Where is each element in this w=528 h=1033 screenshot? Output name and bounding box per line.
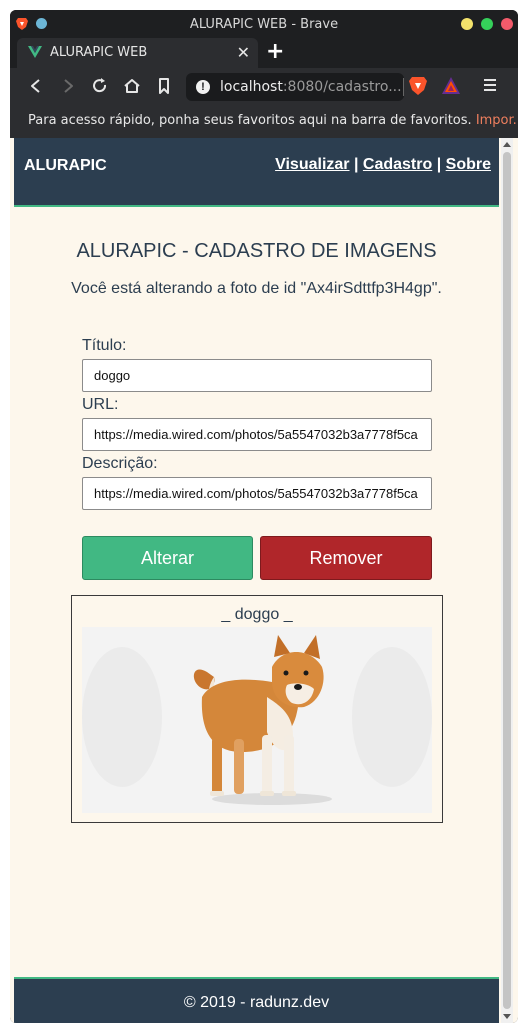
browser-window: ALURAPIC WEB - Brave ALURAPIC WEB ✕ + ! … bbox=[10, 10, 518, 1023]
browser-toolbar: ! localhost:8080/cadastro... bbox=[10, 68, 518, 104]
page-subtitle: Você está alterando a foto de id "Ax4irS… bbox=[71, 280, 442, 297]
url-input[interactable]: https://media.wired.com/photos/5a5547032… bbox=[82, 418, 432, 451]
nav-separator: | bbox=[353, 156, 359, 173]
tab-strip: ALURAPIC WEB ✕ + bbox=[10, 38, 518, 68]
bookmarks-bar: Para acesso rápido, ponha seus favoritos… bbox=[10, 104, 518, 138]
bookmark-icon[interactable] bbox=[154, 76, 174, 96]
nav-separator: | bbox=[436, 156, 442, 173]
brave-shields-icon[interactable] bbox=[409, 76, 427, 96]
title-bar: ALURAPIC WEB - Brave bbox=[10, 10, 518, 38]
scroll-down-arrow-icon[interactable] bbox=[503, 1014, 511, 1019]
minimize-button[interactable] bbox=[461, 18, 473, 30]
titulo-input[interactable]: doggo bbox=[82, 359, 432, 392]
maximize-button[interactable] bbox=[481, 18, 493, 30]
url-label: URL: bbox=[82, 396, 119, 413]
brave-rewards-icon[interactable] bbox=[442, 77, 460, 94]
window-title: ALURAPIC WEB - Brave bbox=[189, 17, 339, 32]
new-tab-button[interactable]: + bbox=[266, 39, 284, 64]
close-window-button[interactable] bbox=[501, 18, 513, 30]
titulo-label: Título: bbox=[82, 337, 127, 354]
home-icon[interactable] bbox=[122, 76, 142, 96]
tab-close-icon[interactable]: ✕ bbox=[237, 43, 250, 63]
tab-title: ALURAPIC WEB bbox=[50, 45, 148, 60]
app-footer: © 2019 - radunz.dev bbox=[14, 977, 499, 1023]
reload-icon[interactable] bbox=[90, 76, 110, 96]
forward-icon[interactable] bbox=[58, 76, 78, 96]
alterar-button[interactable]: Alterar bbox=[82, 536, 253, 580]
address-bar[interactable]: ! localhost:8080/cadastro... bbox=[186, 73, 404, 101]
site-info-icon[interactable]: ! bbox=[196, 80, 210, 94]
import-bookmarks-link[interactable]: Impor... bbox=[476, 113, 518, 128]
main-nav: Visualizar | Cadastro | Sobre bbox=[275, 156, 491, 174]
descricao-label: Descrição: bbox=[82, 455, 158, 472]
nav-visualizar-link[interactable]: Visualizar bbox=[275, 156, 349, 173]
url-text[interactable]: localhost:8080/cadastro... bbox=[220, 79, 402, 95]
app-header: ALURAPIC Visualizar | Cadastro | Sobre bbox=[14, 138, 499, 207]
url-separator bbox=[403, 78, 404, 96]
photo-preview-card: _ doggo _ bbox=[71, 595, 443, 823]
footer-text: © 2019 - radunz.dev bbox=[183, 994, 330, 1011]
vue-logo-icon bbox=[28, 46, 42, 58]
descricao-input[interactable]: https://media.wired.com/photos/5a5547032… bbox=[82, 477, 432, 510]
back-icon[interactable] bbox=[26, 76, 46, 96]
page-viewport: ALURAPIC Visualizar | Cadastro | Sobre A… bbox=[10, 138, 518, 1023]
vertical-scrollbar[interactable] bbox=[501, 138, 513, 1023]
nav-cadastro-link[interactable]: Cadastro bbox=[363, 156, 432, 173]
bookmarks-message: Para acesso rápido, ponha seus favoritos… bbox=[28, 113, 518, 128]
scrollbar-thumb[interactable] bbox=[503, 152, 511, 1009]
page-title: ALURAPIC - CADASTRO DE IMAGENS bbox=[76, 240, 437, 262]
remover-button[interactable]: Remover bbox=[260, 536, 432, 580]
scroll-up-arrow-icon[interactable] bbox=[503, 142, 511, 147]
dog-photo bbox=[82, 627, 432, 813]
nav-sobre-link[interactable]: Sobre bbox=[446, 156, 491, 173]
menu-icon[interactable] bbox=[483, 78, 497, 92]
photo-title: _ doggo _ bbox=[221, 606, 293, 623]
brand-logo[interactable]: ALURAPIC bbox=[24, 157, 107, 175]
tab-alurapic[interactable]: ALURAPIC WEB ✕ bbox=[17, 38, 258, 68]
